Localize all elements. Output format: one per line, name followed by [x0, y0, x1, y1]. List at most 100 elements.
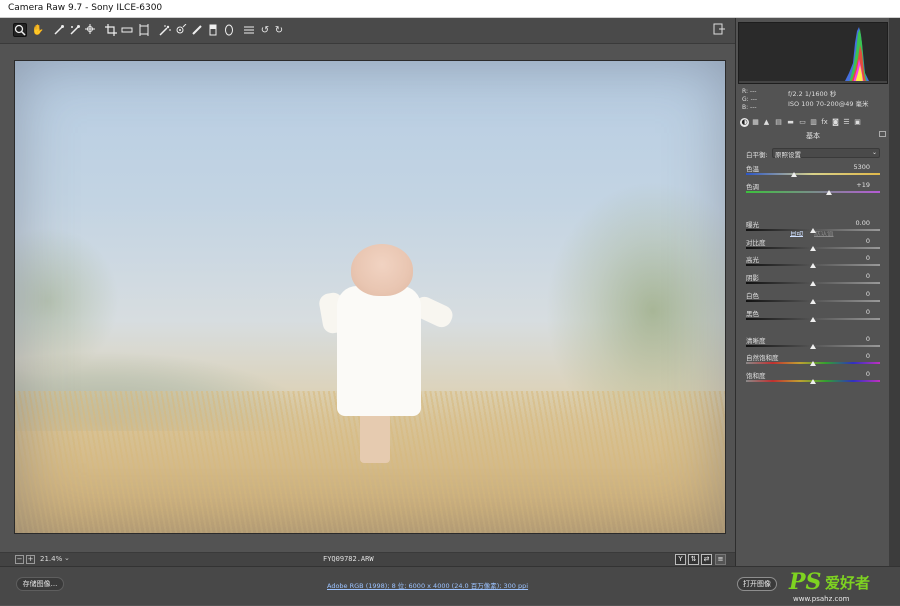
slider-row[interactable]: 曝光 0.00	[746, 219, 880, 235]
fullscreen-toggle-icon[interactable]	[713, 23, 727, 37]
slider-thumb[interactable]	[810, 361, 816, 366]
slider-value[interactable]: 0	[866, 272, 870, 280]
zoom-in-button[interactable]: +	[26, 555, 35, 564]
white-balance-select[interactable]: 原照设置 ⌄	[772, 148, 880, 159]
zoom-tool-icon[interactable]	[13, 23, 27, 37]
photo-vignette	[15, 61, 725, 533]
color-sampler-tool-icon[interactable]	[68, 23, 82, 37]
before-after-copy-button[interactable]: ⇄	[701, 554, 712, 565]
tab-effects-icon[interactable]: fx	[820, 118, 829, 127]
save-image-button[interactable]: 存储图像...	[16, 577, 64, 591]
slider-value[interactable]: 0	[866, 370, 870, 378]
white-balance-tool-icon[interactable]	[52, 23, 66, 37]
workflow-options-link[interactable]: Adobe RGB (1998); 8 位; 6000 x 4000 (24.0…	[327, 580, 528, 590]
before-after-swap-button[interactable]: ⇅	[688, 554, 699, 565]
slider-row[interactable]: 阴影 0	[746, 272, 880, 288]
radial-filter-tool-icon[interactable]	[222, 23, 236, 37]
section-title-text: 基本	[806, 132, 820, 140]
slider-label: 色调	[746, 183, 759, 191]
title-bar: Camera Raw 9.7 - Sony ILCE-6300	[0, 0, 900, 18]
slider-thumb[interactable]	[791, 172, 798, 177]
section-menu-icon[interactable]	[879, 131, 886, 137]
slider-value[interactable]: 0	[866, 254, 870, 262]
status-bar: − + 21.4% ⌄ FYQ09782.ARW Y ⇅ ⇄ ≡	[0, 552, 735, 566]
slider-thumb[interactable]	[810, 281, 816, 286]
adjustment-brush-tool-icon[interactable]	[190, 23, 204, 37]
slider-row[interactable]: 黑色 0	[746, 308, 880, 324]
slider-label: 色温	[746, 165, 759, 173]
slider-row[interactable]: 清晰度 0	[746, 335, 880, 351]
zoom-out-button[interactable]: −	[15, 555, 24, 564]
tab-tone-curve-icon[interactable]: ▦	[751, 118, 760, 127]
toggle-settings-button[interactable]: ≡	[715, 554, 726, 565]
targeted-adjust-tool-icon[interactable]	[84, 23, 98, 37]
zoom-dropdown-icon[interactable]: ⌄	[64, 554, 74, 564]
right-panel: R: --- G: --- B: --- f/2.2 1/1600 秒 ISO …	[735, 18, 889, 566]
transform-tool-icon[interactable]	[137, 23, 151, 37]
before-after-y-button[interactable]: Y	[675, 554, 686, 565]
tab-camera-calibration-icon[interactable]: ◙	[831, 118, 840, 127]
slider-thumb[interactable]	[810, 344, 816, 349]
rotate-right-icon[interactable]: ↻	[272, 23, 286, 37]
iso-lens: ISO 100 70-200@49 毫米	[788, 100, 869, 108]
tab-basic-icon[interactable]: ◐	[740, 118, 749, 127]
white-balance-value: 原照设置	[775, 151, 801, 159]
slider-label: 自然饱和度	[746, 354, 779, 362]
slider-row[interactable]: 高光 0	[746, 254, 880, 270]
slider-row[interactable]: 对比度 0	[746, 237, 880, 253]
slider-label: 清晰度	[746, 337, 766, 345]
rotate-left-icon[interactable]: ↺	[258, 23, 272, 37]
slider-value[interactable]: 0	[866, 352, 870, 360]
spot-removal-tool-icon[interactable]	[158, 23, 172, 37]
bottom-bar: 存储图像... Adobe RGB (1998); 8 位; 6000 x 40…	[0, 566, 900, 605]
tab-lens-icon[interactable]: ▭	[798, 118, 807, 127]
hand-tool-icon[interactable]: ✋	[31, 23, 45, 37]
red-eye-tool-icon[interactable]	[174, 23, 188, 37]
aperture-shutter: f/2.2 1/1600 秒	[788, 90, 837, 98]
slider-value[interactable]: 5300	[853, 163, 870, 171]
straighten-tool-icon[interactable]	[120, 23, 134, 37]
slider-thumb[interactable]	[810, 379, 816, 384]
panel-tabs: ◐ ▦ ▲ ▤ ▬ ▭ ▥ fx ◙ ☰ ▣	[738, 117, 888, 129]
slider-thumb[interactable]	[826, 190, 833, 195]
file-name: FYQ09782.ARW	[323, 555, 374, 563]
slider-row[interactable]: 白色 0	[746, 290, 880, 306]
slider-thumb[interactable]	[810, 263, 816, 268]
slider-label: 对比度	[746, 239, 766, 247]
slider-value[interactable]: 0	[866, 290, 870, 298]
slider-row[interactable]: 自然饱和度 0	[746, 352, 880, 368]
readout-b: B: ---	[742, 104, 757, 111]
slider-value[interactable]: 0	[866, 308, 870, 316]
tab-hsl-icon[interactable]: ▤	[774, 118, 783, 127]
slider-value[interactable]: +19	[856, 181, 870, 189]
slider-row[interactable]: 饱和度 0	[746, 370, 880, 386]
graduated-filter-tool-icon[interactable]	[206, 23, 220, 37]
tab-transform-icon[interactable]: ▥	[809, 118, 818, 127]
slider-value[interactable]: 0.00	[856, 219, 870, 227]
slider-value[interactable]: 0	[866, 237, 870, 245]
slider-label: 黑色	[746, 310, 759, 318]
preferences-icon[interactable]	[242, 23, 256, 37]
slider-track[interactable]	[746, 173, 880, 175]
camera-metadata: R: --- G: --- B: --- f/2.2 1/1600 秒 ISO …	[738, 86, 888, 114]
open-image-button[interactable]: 打开图像	[737, 577, 777, 591]
slider-label: 高光	[746, 256, 759, 264]
slider-thumb[interactable]	[810, 228, 816, 233]
slider-thumb[interactable]	[810, 246, 816, 251]
tab-snapshots-icon[interactable]: ▣	[853, 118, 862, 127]
crop-tool-icon[interactable]	[104, 23, 118, 37]
slider-row[interactable]: 色温 5300	[746, 163, 880, 179]
slider-label: 饱和度	[746, 372, 766, 380]
slider-thumb[interactable]	[810, 299, 816, 304]
watermark-url: www.psahz.com	[793, 595, 850, 603]
slider-thumb[interactable]	[810, 317, 816, 322]
preview-area[interactable]	[0, 44, 735, 552]
slider-row[interactable]: 色调 +19	[746, 181, 880, 197]
photo-preview[interactable]	[14, 60, 726, 534]
panel-scrollbar[interactable]	[889, 18, 900, 566]
slider-track[interactable]	[746, 191, 880, 193]
tab-presets-icon[interactable]: ☰	[842, 118, 851, 127]
slider-value[interactable]: 0	[866, 335, 870, 343]
tab-split-toning-icon[interactable]: ▬	[786, 118, 795, 127]
tab-detail-icon[interactable]: ▲	[762, 118, 771, 127]
